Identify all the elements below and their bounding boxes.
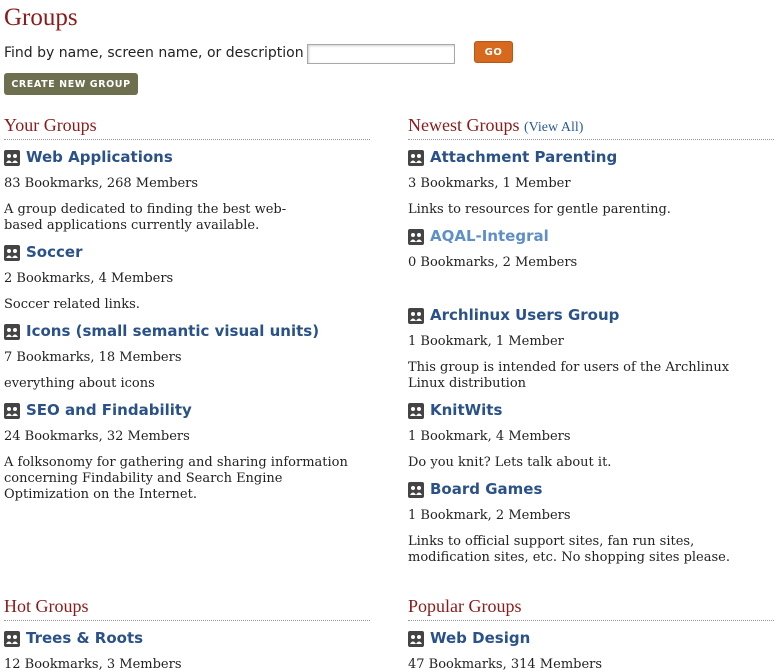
group-link[interactable]: Archlinux Users Group — [430, 306, 619, 324]
group-link[interactable]: Web Design — [430, 629, 530, 647]
group-item: Attachment Parenting 3 Bookmarks, 1 Memb… — [408, 148, 774, 217]
group-description: Soccer related links. — [4, 297, 140, 312]
hot-groups-header: Hot Groups — [4, 596, 370, 621]
group-icon — [408, 150, 424, 166]
group-icon — [408, 482, 424, 498]
group-link[interactable]: Web Applications — [26, 148, 173, 166]
group-description: Links to resources for gentle parenting. — [408, 202, 671, 217]
group-link[interactable]: Board Games — [430, 480, 542, 498]
search-input[interactable] — [307, 44, 455, 64]
group-stats: 1 Bookmark, 4 Members — [408, 429, 571, 444]
group-description: Do you knit? Lets talk about it. — [408, 455, 612, 470]
group-item: Soccer 2 Bookmarks, 4 Members Soccer rel… — [4, 243, 370, 312]
group-stats: 7 Bookmarks, 18 Members — [4, 350, 182, 365]
group-icon — [4, 631, 20, 647]
group-icon — [4, 150, 20, 166]
group-stats: 3 Bookmarks, 1 Member — [408, 176, 571, 191]
group-description: everything about icons — [4, 376, 155, 391]
popular-groups-section: Popular Groups — [408, 596, 774, 621]
group-icon — [4, 324, 20, 340]
section-title-text: Newest Groups — [408, 115, 520, 135]
group-icon — [408, 403, 424, 419]
group-icon — [408, 229, 424, 245]
hot-groups-section: Hot Groups — [4, 596, 370, 621]
group-stats: 0 Bookmarks, 2 Members — [408, 255, 578, 270]
your-groups-header: Your Groups — [4, 115, 370, 140]
newest-groups-section: Newest Groups (View All) — [408, 115, 774, 140]
group-link[interactable]: KnitWits — [430, 401, 502, 419]
group-icon — [408, 631, 424, 647]
group-description: Links to official support sites, fan run… — [408, 534, 730, 565]
group-icon — [4, 245, 20, 261]
group-link[interactable]: Icons (small semantic visual units) — [26, 322, 319, 340]
view-all-link[interactable]: (View All) — [524, 120, 583, 135]
group-stats: 1 Bookmark, 1 Member — [408, 334, 564, 349]
group-stats: 12 Bookmarks, 3 Members — [4, 657, 182, 672]
group-item: Board Games 1 Bookmark, 2 Members Links … — [408, 480, 774, 565]
section-title: Popular Groups — [408, 596, 522, 616]
group-description: This group is intended for users of the … — [408, 360, 730, 391]
group-item: Archlinux Users Group 1 Bookmark, 1 Memb… — [408, 306, 774, 391]
group-description: A group dedicated to finding the best we… — [4, 202, 287, 233]
popular-groups-header: Popular Groups — [408, 596, 774, 621]
group-link[interactable]: Soccer — [26, 243, 82, 261]
section-title: Your Groups — [4, 115, 97, 135]
group-stats: 47 Bookmarks, 314 Members — [408, 657, 603, 672]
your-groups-section: Your Groups — [4, 115, 370, 140]
section-title: Newest Groups (View All) — [408, 115, 583, 136]
create-new-group-button[interactable]: CREATE NEW GROUP — [4, 73, 138, 95]
group-description: A folksonomy for gathering and sharing i… — [4, 455, 348, 502]
group-item: Icons (small semantic visual units) 7 Bo… — [4, 322, 370, 391]
search-label: Find by name, screen name, or descriptio… — [4, 45, 304, 61]
group-item: Web Applications 83 Bookmarks, 268 Membe… — [4, 148, 370, 233]
group-item: SEO and Findability 24 Bookmarks, 32 Mem… — [4, 401, 370, 502]
group-link[interactable]: SEO and Findability — [26, 401, 192, 419]
group-stats: 1 Bookmark, 2 Members — [408, 508, 571, 523]
group-item: Web Design 47 Bookmarks, 314 Members — [408, 629, 774, 672]
group-stats: 83 Bookmarks, 268 Members — [4, 176, 199, 191]
go-button[interactable]: GO — [474, 41, 513, 63]
group-item: KnitWits 1 Bookmark, 4 Members Do you kn… — [408, 401, 774, 470]
group-link[interactable]: AQAL-Integral — [430, 227, 549, 245]
group-link[interactable]: Trees & Roots — [26, 629, 143, 647]
newest-groups-header: Newest Groups (View All) — [408, 115, 774, 140]
group-stats: 2 Bookmarks, 4 Members — [4, 271, 174, 286]
group-icon — [4, 403, 20, 419]
page-title: Groups — [4, 4, 78, 31]
group-search-form: Find by name, screen name, or descriptio… — [4, 41, 604, 65]
group-item: Trees & Roots 12 Bookmarks, 3 Members — [4, 629, 370, 672]
group-icon — [408, 308, 424, 324]
group-stats: 24 Bookmarks, 32 Members — [4, 429, 190, 444]
group-link[interactable]: Attachment Parenting — [430, 148, 617, 166]
group-item: AQAL-Integral 0 Bookmarks, 2 Members — [408, 227, 774, 270]
section-title: Hot Groups — [4, 596, 89, 616]
